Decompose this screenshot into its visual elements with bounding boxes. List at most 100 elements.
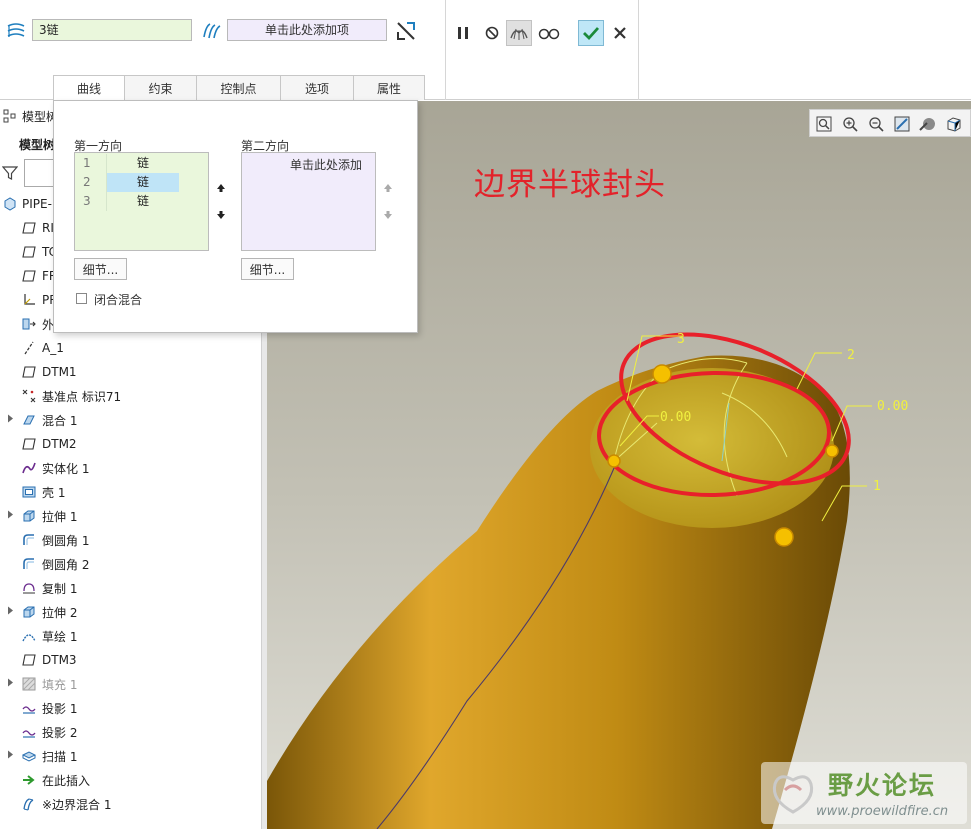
tree-item[interactable]: DTM2	[0, 432, 262, 456]
repaint-icon[interactable]	[892, 114, 912, 134]
tree-item-label: DTM2	[42, 437, 77, 451]
curve-handle-3[interactable]	[652, 364, 672, 384]
pause-icon	[458, 27, 468, 39]
second-direction-collector[interactable]: 单击此处添加项	[227, 19, 387, 41]
coordinate-system-icon	[21, 292, 37, 308]
tree-item-label: DTM3	[42, 653, 77, 667]
expand-arrow-icon[interactable]	[7, 678, 17, 690]
dim-label-left-zero: 0.00	[660, 410, 691, 425]
tab-properties[interactable]: 属性	[353, 75, 425, 100]
tree-item[interactable]: 草绘 1	[0, 624, 262, 648]
first-details-button[interactable]: 细节...	[74, 258, 127, 280]
second-list-placeholder: 单击此处添加	[290, 158, 363, 172]
glasses-preview-button[interactable]	[536, 20, 562, 46]
boundary-blend-icon	[21, 796, 37, 812]
curves-tab-panel: 第一方向 第二方向 1 链 2 链 3 链 单击此处添加 细节... 细节...…	[53, 100, 418, 333]
chain-row-number: 2	[75, 173, 107, 192]
tree-item[interactable]: 壳 1	[0, 480, 262, 504]
dashboard-tabs: 曲线 约束 控制点 选项 属性	[53, 75, 425, 101]
tree-item-label: 基准点 标识71	[42, 389, 122, 404]
tree-item[interactable]: 实体化 1	[0, 456, 262, 480]
datum-axis-icon	[21, 340, 37, 356]
copy-icon	[21, 580, 37, 596]
first-chain-row-3[interactable]: 3 链	[75, 192, 179, 211]
surface-icon[interactable]	[199, 19, 223, 43]
tree-item[interactable]: 基准点 标识71	[0, 384, 262, 408]
datum-point-icon	[21, 388, 37, 404]
tree-item-label: 复制 1	[42, 581, 78, 596]
cancel-button[interactable]	[607, 20, 633, 46]
tree-item[interactable]: 倒圆角 2	[0, 552, 262, 576]
tab-constraints[interactable]: 约束	[124, 75, 197, 100]
first-chain-row-2[interactable]: 2 链	[75, 173, 179, 192]
project-icon	[21, 724, 37, 740]
tree-item[interactable]: 扫描 1	[0, 744, 262, 768]
expand-arrow-icon[interactable]	[7, 414, 17, 426]
expand-arrow-icon[interactable]	[7, 510, 17, 522]
tree-item-label: 实体化 1	[42, 461, 90, 476]
insert-here-arrow-icon	[21, 772, 37, 788]
model-tree-subtitle: 模型树	[19, 137, 56, 152]
tree-item[interactable]: DTM1	[0, 360, 262, 384]
shell-icon	[21, 484, 37, 500]
tree-item[interactable]: 混合 1	[0, 408, 262, 432]
tree-item[interactable]: 复制 1	[0, 576, 262, 600]
tree-item-label: 投影 2	[42, 725, 78, 740]
dim-label-3: 3	[677, 332, 685, 347]
external-copy-icon	[21, 316, 37, 332]
zoom-in-icon[interactable]	[840, 114, 860, 134]
second-move-up-arrow-icon	[381, 181, 395, 195]
saved-views-icon[interactable]	[944, 114, 964, 134]
display-style-icon[interactable]	[918, 114, 938, 134]
tree-item[interactable]: 拉伸 2	[0, 600, 262, 624]
swap-direction-icon[interactable]	[394, 19, 418, 43]
tab-control-points[interactable]: 控制点	[196, 75, 281, 100]
pause-button[interactable]	[450, 20, 476, 46]
refit-icon[interactable]	[814, 114, 834, 134]
move-down-arrow-icon[interactable]	[214, 208, 228, 222]
first-direction-list[interactable]: 1 链 2 链 3 链	[74, 152, 209, 251]
extrude-icon	[21, 508, 37, 524]
first-chain-row-1[interactable]: 1 链	[75, 154, 179, 173]
chain-row-value: 链	[136, 156, 149, 170]
tab-curves[interactable]: 曲线	[53, 75, 125, 101]
tree-item[interactable]: DTM3	[0, 648, 262, 672]
tree-item[interactable]: 投影 2	[0, 720, 262, 744]
tree-item-label: 拉伸 1	[42, 509, 78, 524]
no-preview-button[interactable]	[479, 20, 505, 46]
first-direction-collector[interactable]: 3链	[32, 19, 192, 41]
closed-blend-label: 闭合混合	[94, 293, 143, 307]
move-up-arrow-icon[interactable]	[214, 181, 228, 195]
curve-endpoint-left[interactable]	[607, 454, 621, 468]
dim-label-right-zero: 0.00	[877, 399, 908, 414]
filter-icon[interactable]	[2, 165, 18, 181]
expand-arrow-icon[interactable]	[7, 606, 17, 618]
second-direction-list[interactable]: 单击此处添加	[241, 152, 376, 251]
curve-handle-1[interactable]	[774, 527, 794, 547]
tab-options[interactable]: 选项	[280, 75, 354, 100]
second-details-button[interactable]: 细节...	[241, 258, 294, 280]
datum-plane-icon	[21, 268, 37, 284]
tree-item[interactable]: 拉伸 1	[0, 504, 262, 528]
chain-row-number: 1	[75, 154, 107, 173]
tree-item[interactable]: 填充 1	[0, 672, 262, 696]
tree-item-label: 壳 1	[42, 485, 66, 500]
cancel-icon	[614, 27, 626, 39]
chain-row-number: 3	[75, 192, 107, 211]
project-icon	[21, 700, 37, 716]
tree-item[interactable]: 在此插入	[0, 768, 262, 792]
dashboard-separator-right	[638, 0, 639, 100]
ok-button[interactable]	[578, 20, 604, 46]
tree-item[interactable]: 倒圆角 1	[0, 528, 262, 552]
boundary-blend-icon[interactable]	[4, 19, 28, 43]
tree-item[interactable]: A_1	[0, 336, 262, 360]
zoom-out-icon[interactable]	[866, 114, 886, 134]
verify-mode-button[interactable]	[506, 20, 532, 46]
ok-check-icon	[583, 27, 600, 41]
curve-endpoint-right[interactable]	[825, 444, 839, 458]
forum-title: 野火论坛	[828, 771, 937, 800]
closed-blend-checkbox[interactable]	[76, 293, 87, 304]
tree-item[interactable]: 投影 1	[0, 696, 262, 720]
tree-item[interactable]: ※边界混合 1	[0, 792, 262, 816]
expand-arrow-icon[interactable]	[7, 750, 17, 762]
